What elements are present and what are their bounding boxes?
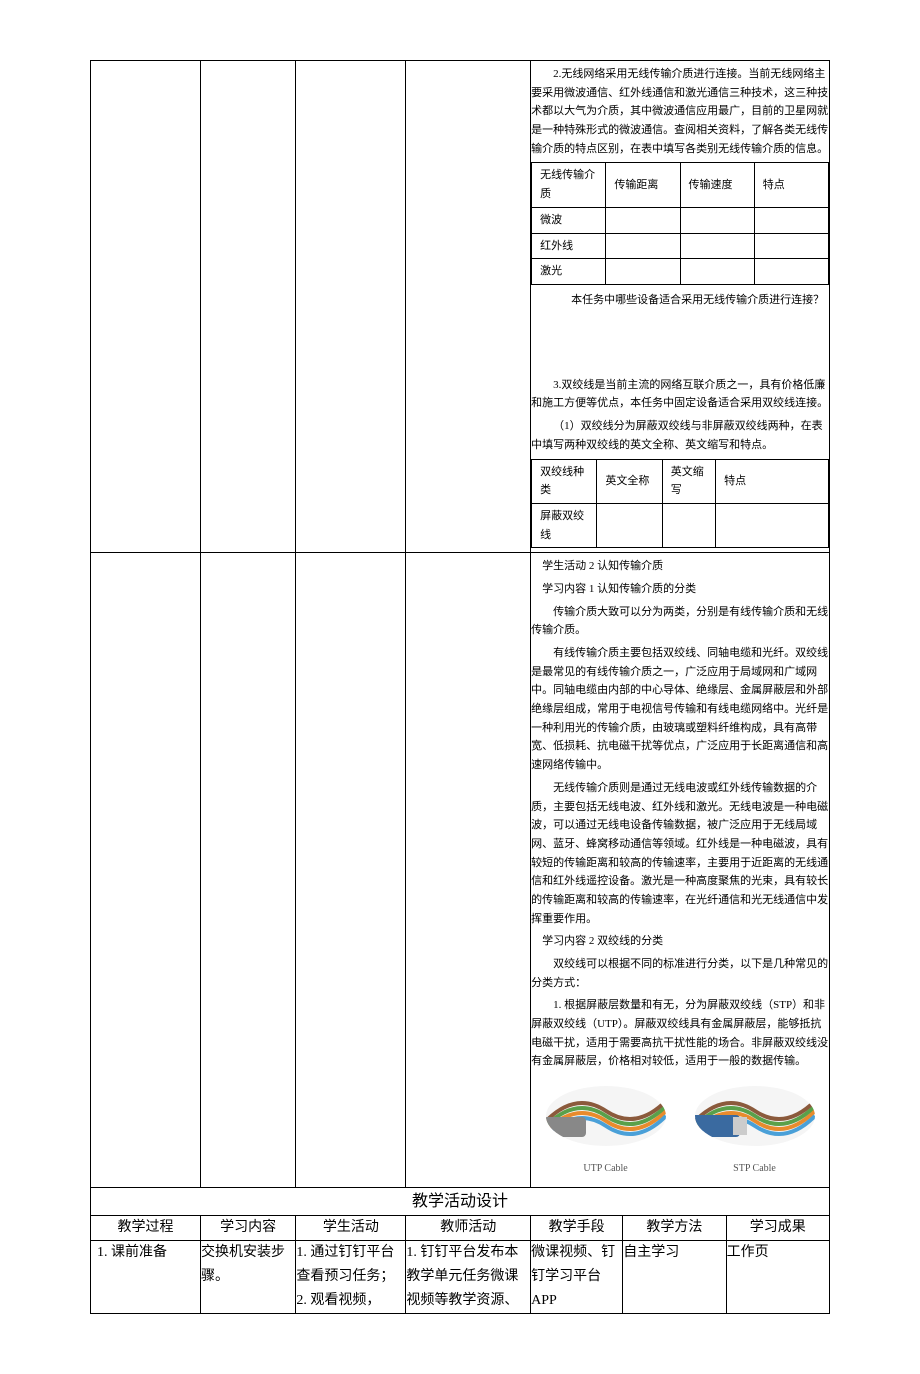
stp-label: STP Cable: [685, 1160, 825, 1177]
cell-teacher: 1. 钉钉平台发布本教学单元任务微课视频等教学资源、: [406, 1241, 531, 1313]
wireless-row-infrared: 红外线: [532, 233, 606, 259]
utp-label: UTP Cable: [536, 1160, 676, 1177]
wireless-media-table: 无线传输介质 传输距离 传输速度 特点 微波 红外线 激光: [531, 162, 829, 284]
activity-title-3: 学习内容 2 双绞线的分类: [531, 932, 829, 951]
design-heading: 教学活动设计: [91, 1188, 830, 1216]
tp-row-stp: 屏蔽双绞线: [532, 503, 597, 547]
document-table: 2.无线网络采用无线传输介质进行连接。当前无线网络主要采用微波通信、红外线通信和…: [90, 60, 830, 1314]
activity-p5: 1. 根据屏蔽层数量和有无，分为屏蔽双绞线（STP）和非屏蔽双绞线（UTP）。屏…: [531, 996, 829, 1071]
intro-para-2: 2.无线网络采用无线传输介质进行连接。当前无线网络主要采用微波通信、红外线通信和…: [531, 65, 829, 158]
wireless-th-distance: 传输距离: [606, 163, 680, 207]
twisted-pair-table: 双绞线种类 英文全称 英文缩写 特点 屏蔽双绞线: [531, 459, 829, 549]
wireless-row-microwave: 微波: [532, 207, 606, 233]
tp-th-fullname: 英文全称: [597, 459, 662, 503]
wireless-th-speed: 传输速度: [680, 163, 754, 207]
tp-th-abbr: 英文缩写: [662, 459, 715, 503]
stp-cable-image: STP Cable: [685, 1081, 825, 1177]
intro-para-3: 3.双绞线是当前主流的网络互联介质之一，具有价格低廉和施工方便等优点，本任务中固…: [531, 376, 829, 413]
utp-cable-image: UTP Cable: [536, 1081, 676, 1177]
col-teacher: 教师活动: [406, 1216, 531, 1241]
cell-student: 1. 通过钉钉平台查看预习任务； 2. 观看视频，: [296, 1241, 406, 1313]
tp-th-type: 双绞线种类: [532, 459, 597, 503]
cell-outcome: 工作页: [726, 1241, 829, 1313]
wireless-th-feature: 特点: [754, 163, 828, 207]
tp-th-feature: 特点: [716, 459, 829, 503]
col-method: 教学方法: [623, 1216, 726, 1241]
activity-p1: 传输介质大致可以分为两类，分别是有线传输介质和无线传输介质。: [531, 603, 829, 640]
activity-p2: 有线传输介质主要包括双绞线、同轴电缆和光纤。双绞线是最常见的有线传输介质之一，广…: [531, 644, 829, 775]
col-means: 教学手段: [531, 1216, 623, 1241]
cell-content: 交换机安装步骤。: [200, 1241, 295, 1313]
cell-process: 1. 课前准备: [91, 1241, 201, 1313]
cell-means: 微课视频、钉钉学习平台 APP: [531, 1241, 623, 1313]
col-process: 教学过程: [91, 1216, 201, 1241]
col-student: 学生活动: [296, 1216, 406, 1241]
intro-para-3a: （1）双绞线分为屏蔽双绞线与非屏蔽双绞线两种，在表中填写两种双绞线的英文全称、英…: [531, 417, 829, 454]
wireless-row-laser: 激光: [532, 259, 606, 285]
activity-p4: 双绞线可以根据不同的标准进行分类，以下是几种常见的分类方式：: [531, 955, 829, 992]
activity-title-2: 学习内容 1 认知传输介质的分类: [531, 580, 829, 599]
activity-title-1: 学生活动 2 认知传输介质: [531, 557, 829, 576]
col-content: 学习内容: [200, 1216, 295, 1241]
wireless-th-media: 无线传输介质: [532, 163, 606, 207]
col-outcome: 学习成果: [726, 1216, 829, 1241]
question-2: 本任务中哪些设备适合采用无线传输介质进行连接？: [571, 291, 829, 310]
activity-p3: 无线传输介质则是通过无线电波或红外线传输数据的介质，主要包括无线电波、红外线和激…: [531, 779, 829, 929]
cell-method: 自主学习: [623, 1241, 726, 1313]
